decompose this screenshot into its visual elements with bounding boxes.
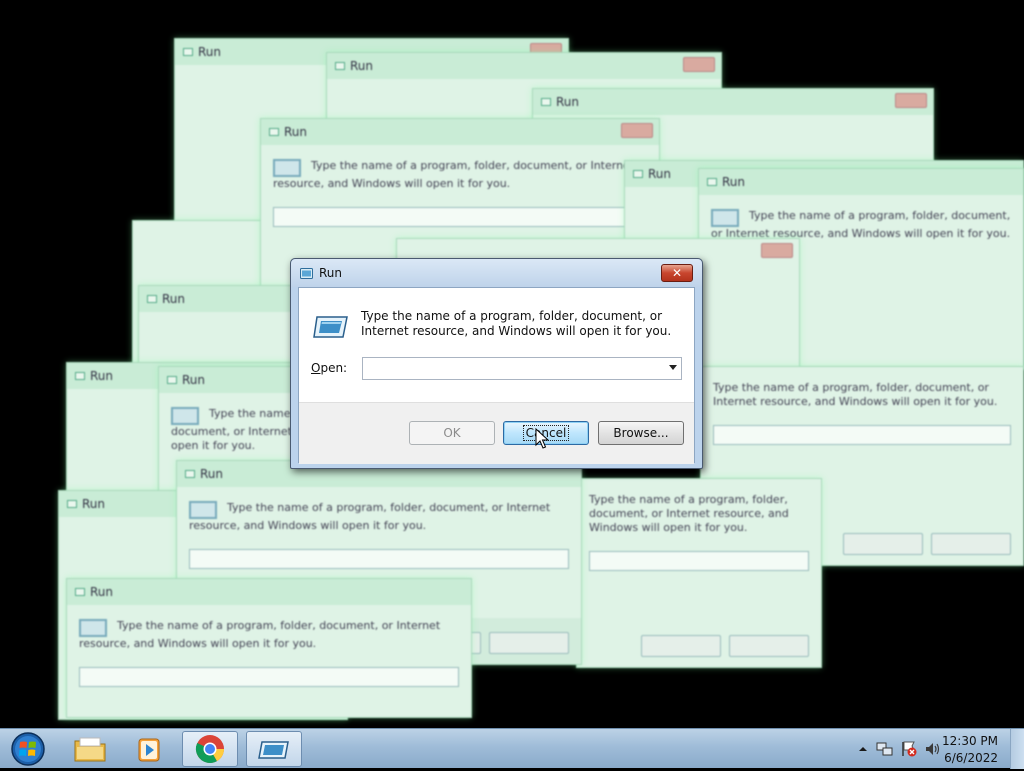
ghost-title: Run	[556, 95, 580, 109]
ghost-title: Run	[200, 467, 224, 481]
ghost-title: Run	[82, 497, 106, 511]
ghost-title: Run	[182, 373, 206, 387]
browse-button[interactable]: Browse...	[598, 421, 684, 445]
close-button[interactable]: ✕	[661, 264, 693, 282]
ghost-desc: Type the name of a program, folder, docu…	[711, 209, 1011, 240]
ghost-run-window: Run Type the name of a program, folder, …	[66, 578, 472, 718]
start-orb-icon[interactable]	[4, 730, 52, 768]
ghost-desc: Type the name of a program, folder, docu…	[273, 159, 635, 190]
ghost-desc: Type the name of a program, folder, docu…	[79, 619, 441, 650]
ghost-title: Run	[162, 292, 186, 306]
ghost-title: Run	[648, 167, 672, 181]
taskbar-media-player[interactable]	[122, 731, 178, 767]
run-dialog: Run ✕ Type the name of a program, folder…	[290, 258, 703, 469]
folder-icon	[74, 737, 106, 762]
chrome-icon	[195, 735, 224, 763]
desktop: Run Run Run Run Type the name of a progr…	[0, 0, 1024, 728]
mouse-cursor-icon	[535, 428, 549, 449]
ghost-title: Run	[198, 45, 222, 59]
ghost-title: Run	[350, 59, 374, 73]
media-player-icon	[138, 738, 160, 762]
run-app-icon	[300, 268, 313, 279]
ghost-title: Run	[90, 585, 114, 599]
action-center-flag-icon[interactable]	[900, 740, 918, 758]
show-desktop-button[interactable]	[1010, 729, 1024, 769]
run-icon	[313, 316, 348, 338]
run-icon	[258, 741, 289, 759]
ghost-run-window: Type the name of a program, folder, docu…	[576, 478, 822, 668]
volume-icon[interactable]	[924, 740, 942, 758]
dialog-description: Type the name of a program, folder, docu…	[361, 309, 672, 338]
ok-button[interactable]: OK	[409, 421, 495, 445]
taskbar-chrome[interactable]	[182, 731, 238, 767]
open-combobox[interactable]	[362, 357, 682, 380]
ghost-desc: Type the name of a program, folder, docu…	[713, 381, 998, 408]
clock-date[interactable]: 6/6/2022	[944, 751, 998, 765]
dialog-title: Run	[319, 266, 343, 280]
ghost-title: Run	[722, 175, 746, 189]
taskbar: 12:30 PM 6/6/2022	[0, 728, 1024, 769]
ghost-desc: Type the name of a program, folder, docu…	[189, 501, 551, 532]
title-bar[interactable]: Run ✕	[291, 259, 702, 287]
chevron-down-icon[interactable]	[669, 365, 677, 370]
ghost-title: Run	[284, 125, 308, 139]
chevron-up-icon[interactable]	[858, 745, 868, 753]
clock-time[interactable]: 12:30 PM	[942, 734, 998, 748]
open-input[interactable]	[363, 358, 658, 379]
open-label-text: pen:	[320, 361, 348, 375]
dialog-client-area: Type the name of a program, folder, docu…	[298, 287, 695, 464]
dialog-content: Type the name of a program, folder, docu…	[299, 288, 694, 402]
button-bar: OK Cancel Browse...	[299, 402, 694, 464]
network-icon[interactable]	[876, 740, 894, 758]
ghost-desc: Type the name of a program, folder, docu…	[589, 493, 789, 534]
open-label: Open:	[311, 361, 347, 375]
taskbar-run[interactable]	[246, 731, 302, 767]
ghost-title: Run	[90, 369, 114, 383]
system-tray: 12:30 PM 6/6/2022	[834, 729, 1024, 769]
taskbar-explorer[interactable]	[62, 731, 118, 767]
